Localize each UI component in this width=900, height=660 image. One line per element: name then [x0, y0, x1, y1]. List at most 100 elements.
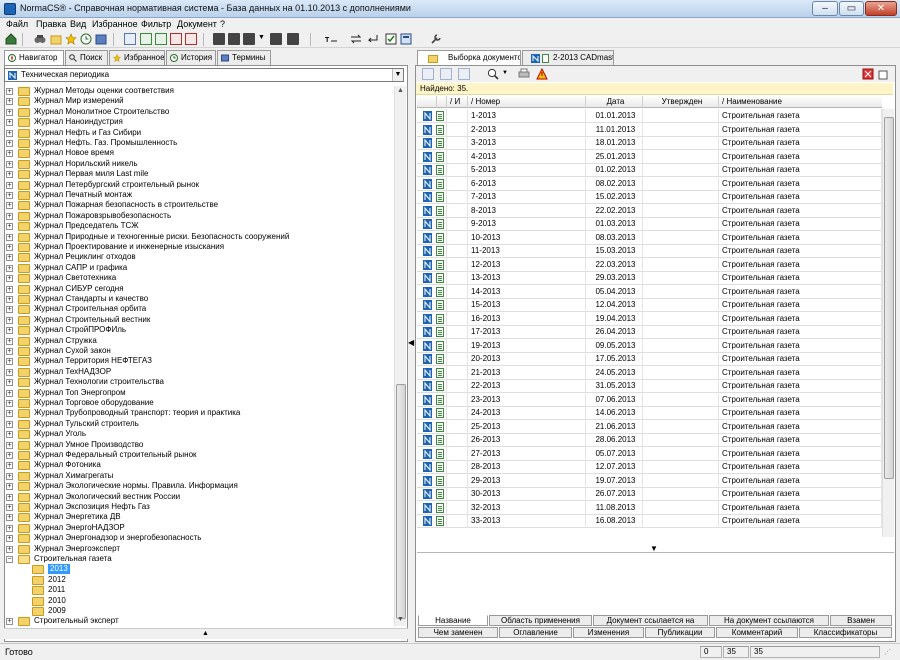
tree-item[interactable]: + Журнал Природные и техногенные риски. Б…	[6, 232, 392, 243]
close-button[interactable]: ✕	[865, 1, 897, 16]
expand-icon[interactable]: +	[6, 233, 13, 241]
expand-icon[interactable]: +	[6, 545, 13, 553]
expand-icon[interactable]: +	[6, 140, 13, 147]
select-all-icon[interactable]	[422, 68, 434, 80]
menu-document[interactable]: Документ	[177, 19, 217, 29]
compare-icon[interactable]	[458, 68, 470, 80]
tree-item[interactable]: + Журнал Фотоника	[6, 460, 392, 471]
expand-icon[interactable]: +	[6, 264, 13, 272]
tab-changes[interactable]: Изменения	[573, 627, 644, 638]
tree-item[interactable]: + Журнал Светотехника	[6, 273, 392, 284]
expand-icon[interactable]: +	[6, 400, 13, 407]
document-icon[interactable]	[436, 475, 444, 486]
tree-item[interactable]: + Журнал Экологические нормы. Правила. Ин…	[6, 481, 392, 492]
maximize-button[interactable]: ▭	[839, 1, 864, 16]
document-icon[interactable]	[436, 340, 444, 351]
expand-icon[interactable]: +	[6, 119, 13, 127]
tree-item[interactable]: + Журнал Тульский строитель	[6, 419, 392, 430]
tab-terms[interactable]: Термины	[217, 50, 271, 65]
resize-grip-icon[interactable]: ⋰	[884, 648, 896, 659]
tree-item[interactable]: + Журнал Строительный вестник	[6, 315, 392, 326]
tab-comment[interactable]: Комментарий	[716, 627, 798, 638]
table-row[interactable]: 9-2013 01.03.2013 Строительная газета	[417, 217, 882, 231]
table-row[interactable]: 27-2013 05.07.2013 Строительная газета	[417, 446, 882, 461]
table-row[interactable]: 24-2013 14.06.2013 Строительная газета	[417, 406, 882, 420]
tree-item[interactable]: + Журнал Трубопроводный транспорт: теория…	[6, 408, 392, 419]
scrollbar-thumb[interactable]	[884, 117, 894, 479]
tab-referenced-by[interactable]: На документ ссылаются	[709, 615, 829, 626]
expand-icon[interactable]: +	[6, 244, 13, 251]
tree-item[interactable]: + Журнал Стружка	[6, 336, 392, 347]
tree-item[interactable]: + Журнал САПР и графика	[6, 263, 392, 274]
expand-icon[interactable]: +	[6, 98, 13, 106]
tree-item[interactable]: + Журнал Пожарная безопасность в строител…	[6, 200, 392, 211]
expand-icon[interactable]: +	[6, 462, 13, 470]
window-restore-icon[interactable]	[878, 68, 890, 80]
scroll-up-icon[interactable]: ▲	[397, 87, 404, 94]
deselect-icon[interactable]	[440, 68, 452, 80]
table-row[interactable]: 28-2013 12.07.2013 Строительная газета	[417, 460, 882, 474]
collapse-left-icon[interactable]: ◀	[408, 338, 414, 347]
document-icon[interactable]	[436, 313, 444, 324]
table-row[interactable]: 33-2013 16.08.2013 Строительная газета	[417, 514, 882, 528]
table-row[interactable]: 20-2013 17.05.2013 Строительная газета	[417, 352, 882, 366]
table-row[interactable]: 1-2013 01.01.2013 Строительная газета	[417, 109, 882, 123]
tab-navigator[interactable]: Навигатор	[4, 50, 64, 66]
header-name[interactable]: / Наименование	[719, 96, 882, 108]
tab-scope[interactable]: Область применения	[489, 615, 592, 626]
tree-item[interactable]: + Журнал СтройПРОФИль	[6, 325, 392, 336]
expand-icon[interactable]: +	[6, 420, 13, 428]
tab-favorites[interactable]: Избранное	[109, 50, 165, 65]
star-icon[interactable]	[65, 33, 77, 45]
tree-item[interactable]: + Журнал Стандарты и качество	[6, 294, 392, 305]
bookmark-add-icon[interactable]	[228, 33, 240, 45]
expand-icon[interactable]: +	[6, 410, 13, 418]
expand-icon[interactable]: +	[6, 431, 13, 439]
document-icon[interactable]	[436, 502, 444, 513]
bookmark-icon[interactable]	[213, 33, 225, 45]
print-icon[interactable]	[270, 33, 282, 45]
table-row[interactable]: 26-2013 28.06.2013 Строительная газета	[417, 433, 882, 447]
document-icon[interactable]	[436, 367, 444, 378]
expand-icon[interactable]: +	[6, 306, 13, 314]
table-row[interactable]: 17-2013 26.04.2013 Строительная газета	[417, 325, 882, 339]
document-red-icon[interactable]	[185, 33, 197, 45]
expand-icon[interactable]: +	[6, 129, 13, 137]
expand-icon[interactable]: +	[6, 192, 13, 199]
table-row[interactable]: 7-2013 15.02.2013 Строительная газета	[417, 190, 882, 204]
table-row[interactable]: 32-2013 11.08.2013 Строительная газета	[417, 500, 882, 515]
collapse-up-icon[interactable]: ▲	[202, 630, 209, 637]
expand-icon[interactable]: +	[6, 483, 13, 491]
document-green-icon[interactable]	[140, 33, 152, 45]
table-row[interactable]: 4-2013 25.01.2013 Строительная газета	[417, 149, 882, 164]
expand-icon[interactable]: +	[6, 524, 13, 532]
header-approved[interactable]: Утвержден	[643, 96, 719, 108]
tree-item[interactable]: + Журнал Технологии строительства	[6, 377, 392, 388]
expand-icon[interactable]: +	[6, 202, 13, 210]
tab-classifiers[interactable]: Классификаторы	[799, 627, 892, 638]
minimize-button[interactable]: ‒	[812, 1, 838, 16]
tree-item[interactable]: + Журнал Председатель ТСЖ	[6, 221, 392, 232]
tree-item[interactable]: − Строительная газета	[6, 554, 392, 565]
table-row[interactable]: 25-2013 21.06.2013 Строительная газета	[417, 419, 882, 434]
menu-edit[interactable]: Правка	[36, 19, 66, 29]
expand-icon[interactable]: +	[6, 379, 13, 387]
tree-item[interactable]: + Журнал Топ Энергопром	[6, 388, 392, 399]
table-row[interactable]: 10-2013 08.03.2013 Строительная газета	[417, 230, 882, 245]
document-icon[interactable]	[436, 124, 444, 135]
tree-item[interactable]: 2012	[6, 575, 392, 586]
tree-item[interactable]: + Журнал Энергетика ДВ	[6, 512, 392, 523]
expand-icon[interactable]: +	[6, 472, 13, 480]
table-row[interactable]: 11-2013 15.03.2013 Строительная газета	[417, 244, 882, 258]
tree-item[interactable]: 2009	[6, 606, 392, 617]
expand-icon[interactable]: +	[6, 348, 13, 355]
header-number[interactable]: / Номер	[468, 96, 586, 108]
document-icon[interactable]	[436, 300, 444, 310]
tree-item[interactable]: + Журнал Энергоэксперт	[6, 544, 392, 555]
text-icon[interactable]: T	[325, 33, 337, 45]
expand-icon[interactable]: +	[6, 504, 13, 511]
expand-icon[interactable]: +	[6, 441, 13, 449]
document-icon[interactable]	[436, 381, 444, 391]
document-icon[interactable]	[436, 111, 444, 121]
folder-icon[interactable]	[50, 33, 62, 45]
